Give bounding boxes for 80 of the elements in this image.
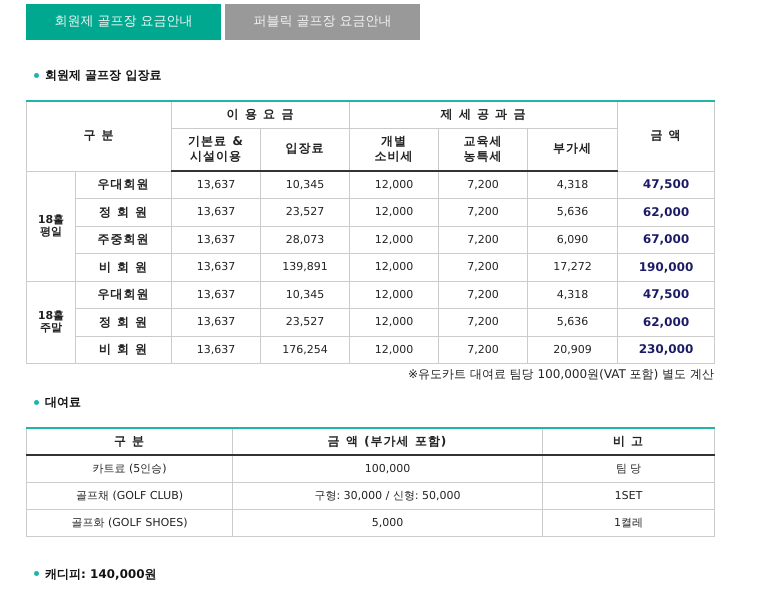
table-cell: 176,254	[260, 336, 350, 364]
total-cell: 47,500	[618, 171, 715, 198]
table-cell: 100,000	[232, 455, 542, 482]
column-header: 기본료 & 시설이용	[172, 128, 260, 171]
total-cell: 67,000	[618, 226, 715, 254]
table-cell: 13,637	[172, 308, 260, 336]
table-cell: 7,200	[438, 171, 528, 198]
member-type-cell: 정 회 원	[76, 198, 172, 226]
table-cell: 7,200	[438, 308, 528, 336]
table-cell: 13,637	[172, 226, 260, 254]
column-header: 입장료	[260, 128, 350, 171]
table-cell: 10,345	[260, 171, 350, 198]
member-type-cell: 비 회 원	[76, 254, 172, 281]
table-cell: 7,200	[438, 254, 528, 281]
table-cell: 12,000	[350, 198, 439, 226]
column-header: 제 세 공 과 금	[350, 101, 618, 128]
table-cell: 골프화 (GOLF SHOES)	[26, 509, 232, 536]
table-cell: 12,000	[350, 254, 439, 281]
table-cell: 28,073	[260, 226, 350, 254]
section-title: 대여료	[45, 394, 81, 412]
total-cell: 190,000	[618, 254, 715, 281]
table-cell: 12,000	[350, 171, 439, 198]
table-cell: 12,000	[350, 226, 439, 254]
table-cell: 카트료 (5인승)	[26, 455, 232, 482]
column-header: 개별 소비세	[350, 128, 439, 171]
column-header: 금 액 (부가세 포함)	[232, 428, 542, 456]
column-header: 이 용 요 금	[172, 101, 350, 128]
table-cell: 139,891	[260, 254, 350, 281]
column-header: 비 고	[542, 428, 714, 456]
column-header: 구 분	[26, 428, 232, 456]
table-cell: 1SET	[542, 482, 714, 510]
table-cell: 골프채 (GOLF CLUB)	[26, 482, 232, 510]
table-cell: 4,318	[528, 171, 618, 198]
tab[interactable]: 회원제 골프장 요금안내	[26, 4, 221, 40]
total-cell: 62,000	[618, 198, 715, 226]
bullet-icon	[34, 571, 39, 576]
caddy-fee: 캐디피: 140,000원	[45, 566, 157, 583]
table-cell: 1켤레	[542, 509, 714, 536]
table-cell: 4,318	[528, 281, 618, 308]
table-cell: 5,636	[528, 308, 618, 336]
row-group-header: 18홀 주말	[26, 281, 76, 364]
table-cell: 12,000	[350, 336, 439, 364]
bullet-icon	[34, 400, 39, 405]
table-cell: 5,636	[528, 198, 618, 226]
tab[interactable]: 퍼블릭 골프장 요금안내	[225, 4, 420, 40]
table-cell: 17,272	[528, 254, 618, 281]
footnote: ※유도카트 대여료 팀당 100,000원(VAT 포함) 별도 계산	[408, 367, 714, 382]
section-title: 회원제 골프장 입장료	[45, 67, 162, 84]
table-cell: 7,200	[438, 226, 528, 254]
member-type-cell: 주중회원	[76, 226, 172, 254]
member-type-cell: 비 회 원	[76, 336, 172, 364]
table-cell: 13,637	[172, 254, 260, 281]
total-cell: 62,000	[618, 308, 715, 336]
total-cell: 47,500	[618, 281, 715, 308]
table-cell: 구형: 30,000 / 신형: 50,000	[232, 482, 542, 510]
table-cell: 팀 당	[542, 455, 714, 482]
table-cell: 13,637	[172, 198, 260, 226]
table-cell: 7,200	[438, 336, 528, 364]
table-cell: 7,200	[438, 198, 528, 226]
bullet-icon	[34, 72, 39, 78]
column-header: 금 액	[618, 101, 715, 171]
column-header: 교육세 농특세	[438, 128, 528, 171]
table-cell: 20,909	[528, 336, 618, 364]
table-cell: 13,637	[172, 281, 260, 308]
total-cell: 230,000	[618, 336, 715, 364]
table-cell: 23,527	[260, 198, 350, 226]
table-cell: 6,090	[528, 226, 618, 254]
table-cell: 10,345	[260, 281, 350, 308]
table-cell: 12,000	[350, 308, 439, 336]
table-cell: 13,637	[172, 171, 260, 198]
table-cell: 7,200	[438, 281, 528, 308]
table-cell: 12,000	[350, 281, 439, 308]
member-type-cell: 우대회원	[76, 171, 172, 198]
table-cell: 13,637	[172, 336, 260, 364]
table-cell: 23,527	[260, 308, 350, 336]
row-group-header: 18홀 평일	[26, 171, 76, 281]
member-type-cell: 우대회원	[76, 281, 172, 308]
column-header: 구 분	[26, 101, 172, 171]
table-cell: 5,000	[232, 509, 542, 536]
member-type-cell: 정 회 원	[76, 308, 172, 336]
